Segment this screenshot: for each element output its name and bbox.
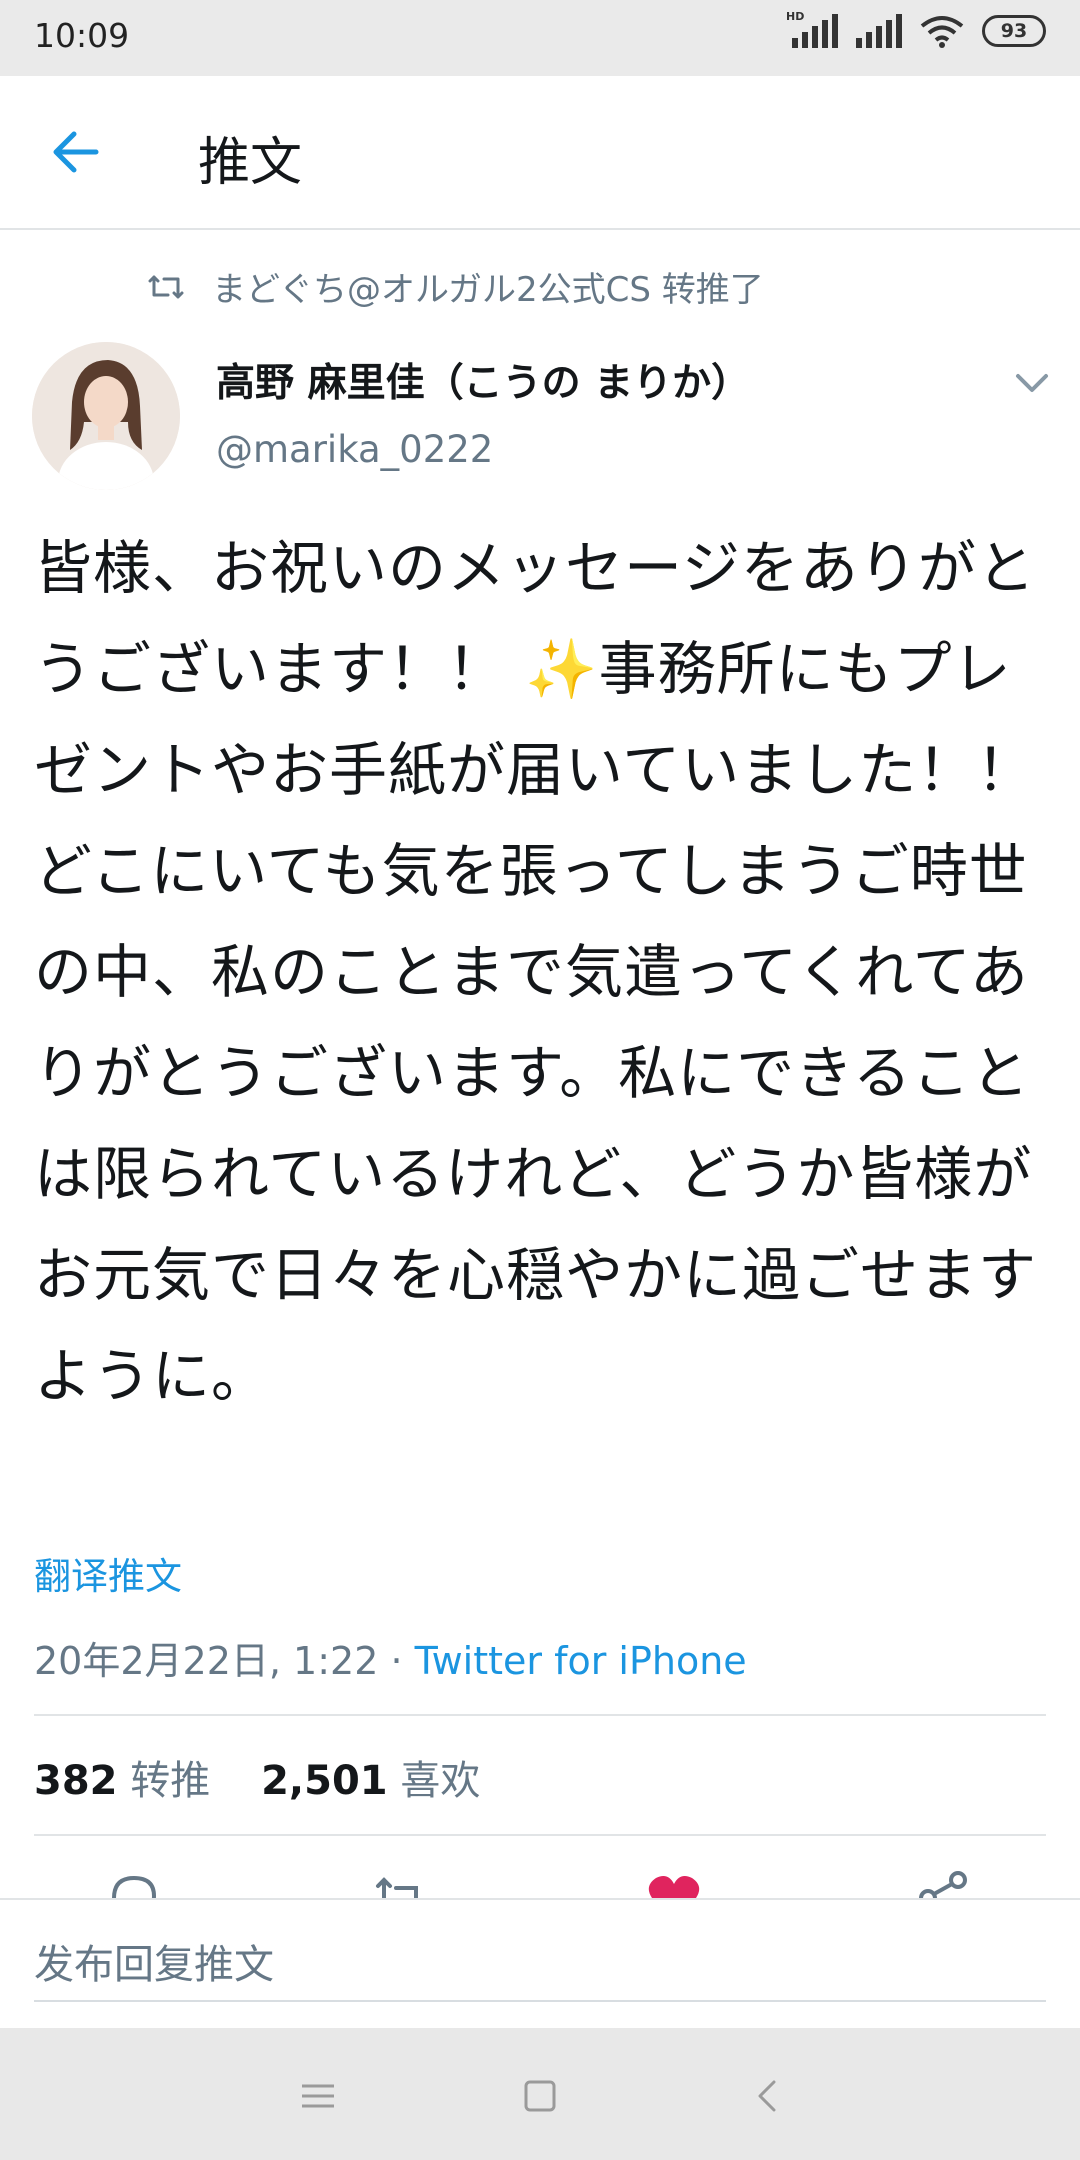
status-time: 10:09 — [34, 16, 130, 55]
tweet-actions — [0, 1866, 1080, 1900]
retweet-action-icon[interactable] — [370, 1868, 430, 1900]
signal-hd-icon: HD — [786, 10, 838, 48]
arrow-left-icon[interactable] — [46, 122, 106, 182]
likes-stat[interactable]: 2,501 喜欢 — [261, 1758, 480, 1804]
system-nav-bar — [0, 2028, 1080, 2160]
home-square-icon[interactable] — [518, 2074, 562, 2118]
retweet-context[interactable]: まどぐち@オルガル2公式CS 转推了 — [148, 262, 764, 311]
reply-bar — [0, 1898, 1080, 2030]
avatar[interactable] — [32, 342, 180, 490]
signal-icon — [856, 14, 902, 48]
likes-label: 喜欢 — [400, 1758, 481, 1804]
divider — [34, 1834, 1046, 1836]
like-heart-icon[interactable] — [644, 1868, 704, 1900]
reply-icon[interactable] — [104, 1868, 164, 1900]
tweet-stats: 382 转推 2,501 喜欢 — [34, 1748, 480, 1806]
retweet-icon — [148, 275, 184, 298]
author-handle[interactable]: @marika_0222 — [216, 428, 493, 471]
retweets-count: 382 — [34, 1758, 118, 1804]
share-icon[interactable] — [914, 1868, 974, 1900]
status-bar: 10:09 HD 93 — [0, 0, 1080, 76]
author-name[interactable]: 高野 麻里佳（こうの まりか） — [216, 352, 750, 408]
translate-link[interactable]: 翻译推文 — [34, 1546, 182, 1600]
chevron-down-icon[interactable] — [1012, 368, 1052, 396]
tweet-source-link[interactable]: Twitter for iPhone — [415, 1639, 747, 1683]
tweet-text: 皆様、お祝いのメッセージをありがとうございます！！ ✨事務所にもプレゼントやお手… — [34, 534, 1038, 1410]
retweets-stat[interactable]: 382 转推 — [34, 1758, 210, 1804]
status-icons: HD 93 — [786, 10, 1046, 48]
avatar-image — [32, 342, 180, 490]
tweet-timestamp: 20年2月22日, 1:22 — [34, 1639, 379, 1683]
app-header: 推文 — [0, 76, 1080, 230]
retweets-label: 转推 — [130, 1758, 211, 1804]
likes-count: 2,501 — [261, 1758, 388, 1804]
tweet-meta: 20年2月22日, 1:22 · Twitter for iPhone — [34, 1630, 747, 1685]
page-title: 推文 — [198, 133, 303, 193]
reply-input[interactable] — [34, 1930, 1046, 2002]
divider — [34, 1714, 1046, 1716]
battery-indicator: 93 — [982, 15, 1046, 47]
retweet-context-text: まどぐち@オルガル2公式CS 转推了 — [212, 270, 764, 310]
meta-separator: · — [378, 1639, 415, 1683]
back-chevron-icon[interactable] — [746, 2074, 790, 2118]
battery-level: 93 — [1000, 20, 1028, 42]
wifi-icon — [920, 16, 964, 48]
menu-icon[interactable] — [296, 2074, 340, 2118]
network-label: HD — [786, 10, 805, 23]
